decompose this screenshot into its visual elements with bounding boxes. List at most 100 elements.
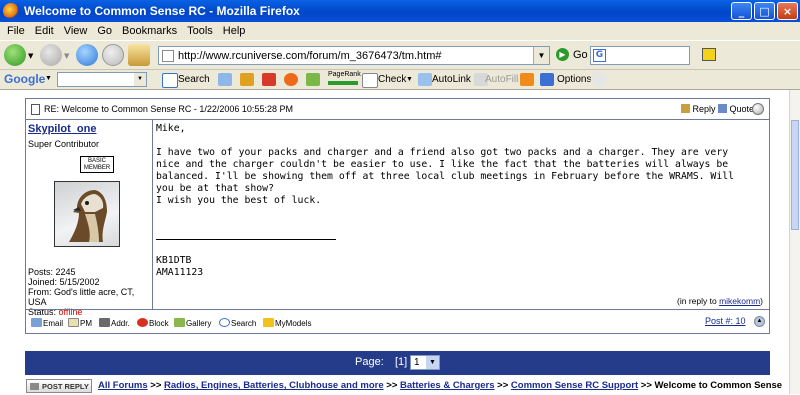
menu-view[interactable]: View <box>64 25 88 37</box>
check-dropdown-icon[interactable]: ▼ <box>406 76 413 83</box>
pencil-icon[interactable] <box>589 70 609 89</box>
page-icon <box>162 49 174 62</box>
options-button[interactable]: Options <box>557 74 591 85</box>
page-select-dropdown-icon: ▼ <box>426 356 439 369</box>
author-rank: Super Contributor <box>28 139 100 149</box>
in-reply-to: (in reply to mikekomm) <box>677 296 763 306</box>
signature-line-2: AMA11123 <box>156 267 204 278</box>
menu-help[interactable]: Help <box>223 25 246 37</box>
window-title: Welcome to Common Sense RC - Mozilla Fir… <box>24 4 300 18</box>
scroll-up-icon[interactable]: ▲ <box>754 316 765 327</box>
menu-bar: File Edit View Go Bookmarks Tools Help <box>0 22 800 40</box>
spellcheck-icon[interactable] <box>362 73 378 88</box>
google-g-icon: G <box>593 49 606 62</box>
crumb-common-sense-support[interactable]: Common Sense RC Support <box>511 380 638 391</box>
google-logo: Google <box>4 72 46 86</box>
hawk-avatar-icon <box>69 190 107 242</box>
autolink-icon[interactable] <box>418 73 432 86</box>
address-bar[interactable]: http://www.rcuniverse.com/forum/m_367647… <box>158 46 550 65</box>
google-toolbar: Google ▼ ▼ Search PageRank Check ▼ AutoL… <box>0 70 800 90</box>
firefox-logo-icon <box>3 3 19 19</box>
author-posts: Posts: 2245 <box>28 267 76 277</box>
block-icon <box>137 318 148 327</box>
crumb-radios-engines[interactable]: Radios, Engines, Batteries, Clubhouse an… <box>164 380 384 391</box>
forward-arrow-icon[interactable] <box>40 44 62 66</box>
page-label: Page: <box>355 356 384 368</box>
reply-arrow-icon <box>30 383 39 390</box>
forward-dropdown-icon[interactable]: ▼ <box>64 52 69 60</box>
bookmarks-icon[interactable] <box>306 73 320 86</box>
news-icon[interactable] <box>218 73 232 86</box>
menu-edit[interactable]: Edit <box>35 25 54 37</box>
navigation-toolbar: ▼ ▼ http://www.rcuniverse.com/forum/m_36… <box>0 40 800 70</box>
google-search-dropdown-icon[interactable]: ▼ <box>134 73 146 86</box>
block-button[interactable]: Block <box>137 318 169 328</box>
signature-divider <box>156 239 336 240</box>
address-book-icon <box>99 318 110 327</box>
search-engine-box[interactable]: G <box>590 46 690 65</box>
in-reply-to-link[interactable]: mikekomm <box>719 296 760 306</box>
close-button[interactable]: × <box>777 2 798 20</box>
post-header: RE: Welcome to Common Sense RC - 1/22/20… <box>26 99 769 120</box>
crumb-all-forums[interactable]: All Forums <box>98 380 148 391</box>
author-username[interactable]: Skypilot_one <box>28 123 96 135</box>
pm-button[interactable]: PM <box>68 318 92 328</box>
signature-line-1: KB1DTB <box>156 255 192 266</box>
scrollbar-thumb[interactable] <box>791 120 799 230</box>
author-panel: Skypilot_one Super Contributor BASIC MEM… <box>26 119 153 317</box>
options-icon[interactable] <box>540 73 554 86</box>
extension-icon[interactable] <box>702 48 716 61</box>
google-menu-dropdown-icon[interactable]: ▼ <box>45 75 52 82</box>
reply-button[interactable]: Reply <box>681 104 716 114</box>
minimize-button[interactable]: _ <box>731 2 752 20</box>
menu-tools[interactable]: Tools <box>187 25 213 37</box>
reload-icon[interactable] <box>76 44 98 66</box>
autolink-button[interactable]: AutoLink <box>432 74 471 85</box>
go-label: Go <box>573 48 588 61</box>
blogger-icon[interactable] <box>520 73 534 86</box>
current-page: [1] <box>395 356 408 368</box>
mymodels-button[interactable]: MyModels <box>263 318 311 328</box>
pagerank-label: PageRank <box>328 71 361 78</box>
back-arrow-icon[interactable] <box>4 44 26 66</box>
post-number-link[interactable]: Post #: 10 <box>705 316 746 326</box>
email-button[interactable]: Email <box>31 318 63 328</box>
address-dropdown-icon[interactable]: ▼ <box>533 47 549 64</box>
autofill-button[interactable]: AutoFill <box>485 74 518 85</box>
author-location: From: God's little acre, CT, USA <box>28 287 135 307</box>
maximize-button[interactable]: □ <box>754 2 775 20</box>
author-joined: Joined: 5/15/2002 <box>28 277 100 287</box>
back-dropdown-icon[interactable]: ▼ <box>28 52 33 60</box>
check-button[interactable]: Check <box>378 74 406 85</box>
post-reply-button[interactable]: POST REPLY <box>26 379 92 393</box>
breadcrumb-trail: All Forums >> Radios, Engines, Batteries… <box>98 380 783 391</box>
menu-go[interactable]: Go <box>97 25 112 37</box>
options-circle-icon[interactable] <box>752 103 764 115</box>
menu-file[interactable]: File <box>7 25 25 37</box>
popup-blocker-icon[interactable] <box>240 73 254 86</box>
home-icon[interactable] <box>128 44 150 66</box>
gmail-icon[interactable] <box>262 73 276 86</box>
vertical-scrollbar[interactable] <box>789 90 800 394</box>
menu-bookmarks[interactable]: Bookmarks <box>122 25 177 37</box>
search-icon <box>219 318 230 327</box>
avatar <box>54 181 120 247</box>
pagerank-bar <box>328 81 358 85</box>
google-search-button[interactable]: Search <box>178 74 210 85</box>
spinner-icon[interactable] <box>284 73 298 86</box>
gallery-button[interactable]: Gallery <box>174 318 211 328</box>
pagination-bar: Page: [1] 1 ▼ <box>25 351 770 375</box>
go-button[interactable]: ▶ Go <box>556 48 588 61</box>
addr-button[interactable]: Addr. <box>99 318 130 328</box>
search-button[interactable]: Search <box>219 318 256 328</box>
page-select[interactable]: 1 ▼ <box>410 355 440 370</box>
stop-icon[interactable] <box>102 44 124 66</box>
post-body: Mike, I have two of your packs and charg… <box>154 119 769 309</box>
crumb-batteries-chargers[interactable]: Batteries & Chargers <box>400 380 495 391</box>
quote-button[interactable]: Quote <box>718 104 754 114</box>
member-badge: BASIC MEMBER <box>80 156 114 173</box>
go-arrow-icon: ▶ <box>556 48 569 61</box>
google-search-icon <box>162 73 178 88</box>
page-content: RE: Welcome to Common Sense RC - 1/22/20… <box>0 90 789 394</box>
google-search-input[interactable]: ▼ <box>57 72 147 87</box>
